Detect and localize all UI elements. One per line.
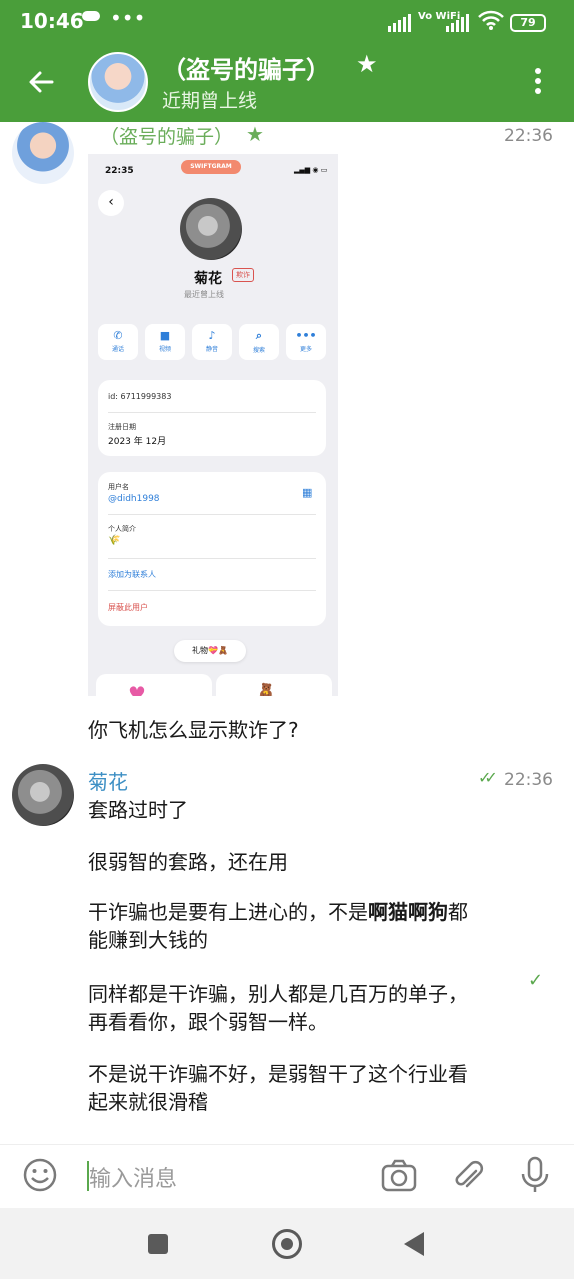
sender-avatar[interactable]: [12, 122, 74, 184]
battery-icon: 79: [510, 14, 546, 32]
phone-icon: ✆: [113, 329, 123, 342]
reg-date-value: 2023 年 12月: [108, 437, 167, 447]
chat-header: （盗号的骗子） ★ 近期曾上线: [0, 42, 574, 122]
sender-name[interactable]: （盗号的骗子）: [100, 122, 233, 149]
gift-tile: 🧸: [216, 674, 332, 696]
reg-date-label: 注册日期: [108, 423, 136, 431]
bell-icon: ♪: [208, 329, 216, 342]
gift-button: 礼物💝🧸: [174, 640, 246, 662]
message-text: 干诈骗也是要有上进心的，不是啊猫啊狗都 能赚到大钱的: [88, 900, 468, 952]
sender-name[interactable]: 菊花: [88, 766, 128, 795]
check-icon: ✓: [528, 970, 544, 991]
bold-phrase: 啊猫啊狗: [368, 900, 448, 924]
message-text: 很弱智的套路，还在用: [88, 850, 288, 874]
profile-last-seen: 最近曾上线: [184, 290, 224, 299]
message-text: 不是说干诈骗不好，是弱智干了这个行业看 起来就很滑稽: [88, 1062, 468, 1114]
system-back-icon[interactable]: [404, 1232, 424, 1256]
back-arrow-icon[interactable]: [22, 62, 62, 102]
bio-emoji-icon: 🌾: [108, 535, 121, 546]
screenshot-status-icons: ▂▄▆ ◉ ▭: [294, 166, 328, 174]
attached-screenshot[interactable]: 22:35 SWIFTGRAM ▂▄▆ ◉ ▭ ‹ 菊花 欺诈 最近曾上线 ✆ 通…: [88, 154, 338, 696]
status-bar: 10:46 ••• Vo WiFi 79: [0, 0, 574, 42]
message-text: 同样都是干诈骗，别人都是几百万的单子， 再看看你，跟个弱智一样。: [88, 982, 468, 1034]
screenshot-clock: 22:35: [105, 166, 134, 176]
chat-title[interactable]: （盗号的骗子）: [162, 50, 330, 85]
last-seen-status: 近期曾上线: [162, 90, 258, 112]
more-options-icon[interactable]: [530, 68, 546, 98]
screenshot-back-icon: ‹: [98, 190, 124, 216]
message-input-bar: 输入消息: [0, 1144, 574, 1208]
sender-avatar-coin[interactable]: [12, 764, 74, 826]
notification-dots: •••: [110, 6, 146, 30]
recent-apps-icon[interactable]: [148, 1234, 168, 1254]
app-badge: SWIFTGRAM: [181, 160, 241, 174]
bio-label: 个人简介: [108, 525, 136, 533]
profile-info-card: 用户名 @didh1998 ▦ 个人简介 🌾 添加为联系人 屏蔽此用户: [98, 472, 326, 626]
wifi-icon: [478, 10, 504, 30]
cloud-icon: [82, 11, 100, 21]
username-value: @didh1998: [108, 494, 160, 504]
message-text: 套路过时了: [88, 798, 188, 822]
caption-text: 你飞机怎么显示欺诈了?: [88, 718, 299, 742]
call-action: ✆ 通话: [98, 324, 138, 360]
attach-icon[interactable]: [450, 1157, 488, 1195]
username-label: 用户名: [108, 483, 129, 491]
fraud-badge: 欺诈: [232, 268, 254, 282]
gift-tile: ♥: [96, 674, 212, 696]
microphone-icon[interactable]: [518, 1155, 552, 1195]
system-navigation-bar: [0, 1208, 574, 1279]
camera-icon[interactable]: [380, 1157, 418, 1195]
star-icon: ★: [246, 122, 264, 146]
cellular-signal-icon: [388, 14, 411, 32]
emoji-icon[interactable]: [22, 1157, 58, 1193]
qr-code-icon: ▦: [302, 486, 313, 499]
star-icon: ★: [356, 50, 378, 78]
heart-icon: ♥: [128, 682, 146, 696]
video-icon: ■: [159, 329, 171, 342]
double-check-icon: ✓✓: [478, 768, 498, 787]
clock: 10:46: [20, 9, 84, 33]
message-list[interactable]: （盗号的骗子） ★ 22:36 22:35 SWIFTGRAM ▂▄▆ ◉ ▭ …: [0, 122, 574, 1144]
more-action: ••• 更多: [286, 324, 326, 360]
profile-id-card: id: 6711999383 注册日期 2023 年 12月: [98, 380, 326, 456]
contact-avatar[interactable]: [88, 52, 148, 112]
cellular-signal-icon-2: [446, 14, 469, 32]
message-time: 22:36: [504, 770, 553, 790]
search-icon: ⌕: [255, 329, 263, 342]
profile-name: 菊花: [194, 271, 222, 287]
search-action: ⌕ 搜索: [239, 324, 279, 360]
bear-icon: 🧸: [256, 682, 276, 696]
profile-coin-avatar: [180, 198, 242, 260]
more-icon: •••: [295, 329, 317, 342]
mute-action: ♪ 静音: [192, 324, 232, 360]
message-time: 22:36: [504, 126, 553, 146]
video-action: ■ 视频: [145, 324, 185, 360]
user-id: id: 6711999383: [108, 392, 172, 401]
home-icon[interactable]: [272, 1229, 302, 1259]
add-contact-link: 添加为联系人: [108, 570, 156, 579]
block-user-link: 屏蔽此用户: [108, 603, 148, 612]
message-input[interactable]: 输入消息: [89, 1161, 177, 1193]
